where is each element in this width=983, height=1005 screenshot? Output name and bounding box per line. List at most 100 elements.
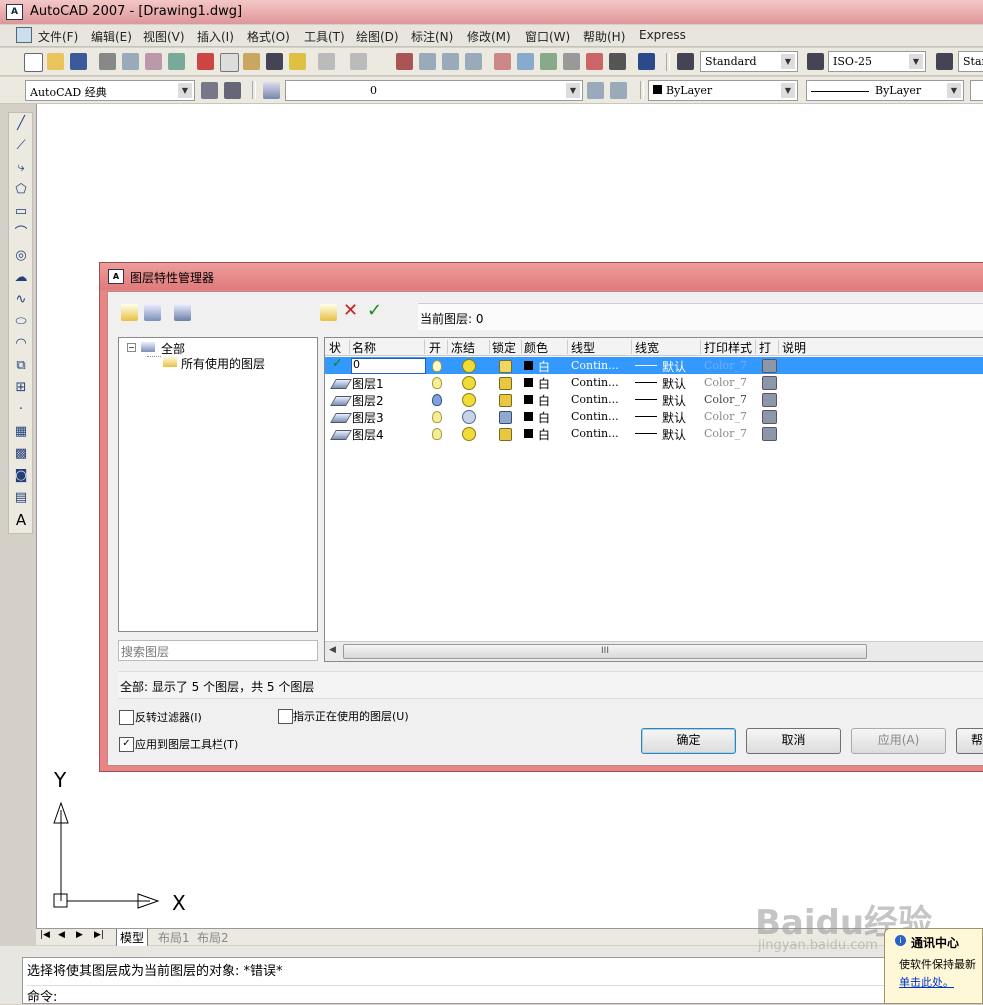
dim-style-select[interactable]: ISO-25 ▼ [828,51,926,72]
layer-name[interactable]: 0 [351,358,426,374]
save-icon[interactable] [70,53,87,70]
zoom-window-icon[interactable] [442,53,459,70]
layer-row[interactable]: 图层3 白 Contin... 默认 Color_7 [325,408,983,425]
circle-icon[interactable]: ◎ [13,248,29,264]
polyline-icon[interactable]: ⤷ [13,160,29,176]
menu-dimension[interactable]: 标注(N) [411,28,453,45]
layer-lineweight[interactable]: 默认 [662,426,686,443]
menu-format[interactable]: 格式(O) [247,28,290,45]
sheet-set-icon[interactable] [563,53,580,70]
cancel-button[interactable]: 取消 [746,728,841,754]
rectangle-icon[interactable]: ▭ [13,204,29,220]
layer-select[interactable]: 0 ▼ [285,80,583,101]
printer-icon[interactable] [762,427,777,441]
sun-thawed-icon[interactable] [462,393,476,407]
layer-states-icon[interactable] [174,304,191,321]
calculator-icon[interactable] [609,53,626,70]
layer-lineweight[interactable]: 默认 [662,409,686,426]
color-swatch[interactable] [524,395,533,404]
layer-search-input[interactable]: 搜索图层 [118,640,318,661]
match-properties-icon[interactable] [266,53,283,70]
printer-icon[interactable] [762,393,777,407]
workspace-select[interactable]: AutoCAD 经典 ▼ [25,80,195,101]
snowflake-frozen-icon[interactable] [462,410,476,424]
zoom-previous-icon[interactable] [465,53,482,70]
notification-link[interactable]: 单击此处。 [899,974,954,990]
ok-button[interactable]: 确定 [641,728,736,754]
collapse-toggle-icon[interactable]: − [127,343,136,352]
arc-icon[interactable]: ⌒ [13,226,29,242]
workspace-settings-icon[interactable] [201,82,218,99]
menu-file[interactable]: 文件(F) [38,28,78,45]
pan-icon[interactable] [396,53,413,70]
hatch-icon[interactable]: ▦ [13,424,29,440]
publish-icon[interactable] [145,53,162,70]
tab-layout1[interactable]: 布局1 [155,929,193,946]
apply-to-toolbar-checkbox[interactable]: ✓ [119,737,134,752]
preview-icon[interactable] [122,53,139,70]
last-tab-icon[interactable]: ▶| [94,930,104,940]
menu-insert[interactable]: 插入(I) [197,28,234,45]
layer-row[interactable]: 图层2 白 Contin... 默认 Color_7 [325,391,983,408]
make-block-icon[interactable]: ⊞ [13,380,29,396]
layer-lineweight[interactable]: 默认 [662,392,686,409]
open-icon[interactable] [47,53,64,70]
text-style-select[interactable]: Standard ▼ [700,51,798,72]
layer-row[interactable]: 图层1 白 Contin... 默认 Color_7 [325,374,983,391]
undo-icon[interactable] [318,53,335,70]
linetype-select[interactable]: ByLayer ▼ [806,80,964,101]
delete-layer-icon[interactable]: ✕ [343,300,358,321]
lightbulb-on-icon[interactable] [432,360,442,372]
color-select[interactable]: ByLayer ▼ [648,80,798,101]
indicate-in-use-checkbox[interactable] [278,709,293,724]
lineweight-select[interactable] [970,80,983,101]
block-editor-icon[interactable] [289,53,306,70]
sun-thawed-icon[interactable] [462,376,476,390]
region-icon[interactable]: ◙ [13,468,29,484]
lightbulb-on-icon[interactable] [432,428,442,440]
column-color[interactable]: 颜色 [524,339,548,356]
column-lineweight[interactable]: 线宽 [635,339,659,356]
ellipse-arc-icon[interactable]: ◠ [13,336,29,352]
layer-lineweight[interactable]: 默认 [662,375,686,392]
new-property-filter-icon[interactable] [121,304,138,321]
paste-icon[interactable] [243,53,260,70]
layer-manager-icon[interactable] [263,82,280,99]
color-swatch[interactable] [524,429,533,438]
unlocked-icon[interactable] [499,360,512,373]
lightbulb-off-icon[interactable] [432,394,442,406]
menu-express[interactable]: Express [639,28,686,42]
apply-button[interactable]: 应用(A) [851,728,946,754]
invert-filter-checkbox[interactable] [119,710,134,725]
table-icon[interactable]: ▤ [13,490,29,506]
unlocked-icon[interactable] [499,394,512,407]
polygon-icon[interactable]: ⬠ [13,182,29,198]
multiline-text-icon[interactable]: A [13,512,29,528]
line-icon[interactable]: ╱ [13,116,29,132]
workspace-save-icon[interactable] [224,82,241,99]
new-group-filter-icon[interactable] [144,304,161,321]
revision-cloud-icon[interactable]: ☁ [13,270,29,286]
next-tab-icon[interactable]: ▶ [76,930,83,940]
printer-icon[interactable] [762,376,777,390]
printer-icon[interactable] [762,359,777,373]
document-icon[interactable] [16,27,32,43]
layer-name[interactable]: 图层1 [352,375,384,392]
menu-draw[interactable]: 绘图(D) [356,28,399,45]
column-freeze[interactable]: 冻结 [451,339,475,356]
scroll-left-icon[interactable]: ◀ [329,645,336,655]
help-icon[interactable] [638,53,655,70]
layer-name[interactable]: 图层4 [352,426,384,443]
locked-icon[interactable] [499,411,512,424]
3dwf-icon[interactable] [168,53,185,70]
column-plotstyle[interactable]: 打印样式 [704,339,752,356]
unlocked-icon[interactable] [499,428,512,441]
layer-name[interactable]: 图层3 [352,409,384,426]
column-status[interactable]: 状 [329,339,341,356]
make-current-icon[interactable] [587,82,604,99]
menu-tools[interactable]: 工具(T) [304,28,345,45]
layer-row[interactable]: 图层4 白 Contin... 默认 Color_7 [325,425,983,442]
scrollbar-thumb[interactable]: III [343,644,867,659]
communication-center-balloon[interactable]: i 通讯中心 使软件保持最新 单击此处。 [884,928,983,1004]
sun-thawed-icon[interactable] [462,359,476,373]
